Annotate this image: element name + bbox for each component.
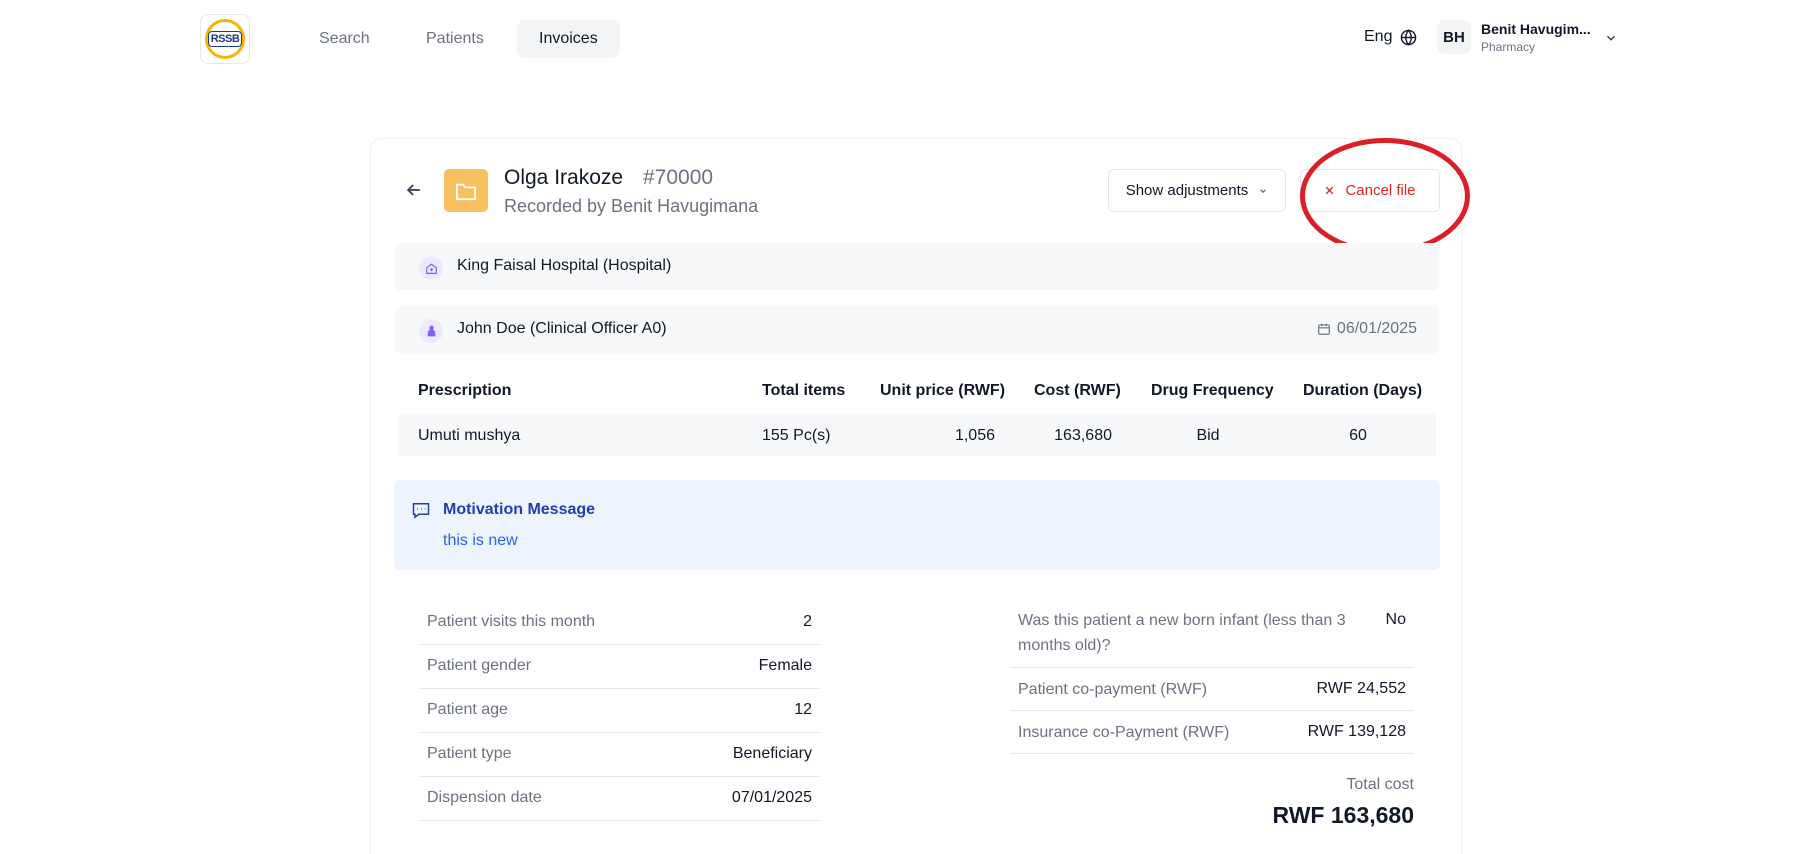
stat-label: Patient type — [427, 745, 512, 762]
prescription-date: 06/01/2025 — [1317, 320, 1417, 338]
newborn-row: Was this patient a new born infant (less… — [1010, 601, 1414, 668]
col-prescription: Prescription — [418, 382, 512, 399]
prescriber-row: John Doe (Clinical Officer A0) 06/01/202… — [395, 306, 1439, 354]
col-cost: Cost (RWF) — [1034, 382, 1121, 399]
stat-value: 2 — [803, 613, 812, 630]
message-icon — [412, 503, 430, 519]
nav-invoices[interactable]: Invoices — [517, 20, 620, 58]
hospital-icon — [419, 256, 443, 280]
user-role: Pharmacy — [1481, 39, 1536, 54]
stat-value: 12 — [794, 701, 812, 718]
top-navigation: RSSB Search Patients Invoices Eng BH Ben… — [0, 0, 1820, 76]
globe-icon — [1401, 28, 1417, 46]
stat-visits: Patient visits this month 2 — [419, 601, 820, 645]
show-adjustments-label: Show adjustments — [1125, 182, 1249, 199]
motivation-message: Motivation Message this is new — [394, 480, 1440, 570]
show-adjustments-button[interactable]: Show adjustments — [1108, 169, 1286, 212]
stat-gender: Patient gender Female — [419, 645, 820, 689]
calendar-icon — [1318, 323, 1330, 335]
motivation-body: this is new — [443, 532, 518, 549]
folder-icon — [444, 169, 488, 212]
date-text: 06/01/2025 — [1336, 320, 1417, 337]
rssb-logo[interactable]: RSSB — [200, 14, 250, 64]
facility-row: King Faisal Hospital (Hospital) — [395, 243, 1439, 291]
prescriber-name: John Doe (Clinical Officer A0) — [457, 320, 667, 337]
copay-label: Patient co-payment (RWF) — [1018, 681, 1208, 698]
avatar: BH — [1437, 20, 1471, 54]
facility-name: King Faisal Hospital (Hospital) — [457, 257, 672, 274]
language-selector[interactable]: Eng — [1364, 28, 1417, 46]
col-duration: Duration (Days) — [1303, 382, 1423, 399]
stat-age: Patient age 12 — [419, 689, 820, 733]
cancel-file-button[interactable]: Cancel file — [1300, 169, 1440, 212]
user-info: Benit Havugim... Pharmacy — [1481, 21, 1591, 54]
copay-row: Patient co-payment (RWF) RWF 24,552 — [1010, 668, 1414, 711]
total-cost-value: RWF 163,680 — [1272, 802, 1414, 828]
stat-type: Patient type Beneficiary — [419, 733, 820, 777]
insurance-value: RWF 139,128 — [1307, 723, 1406, 740]
file-id: #70000 — [643, 166, 714, 189]
total-cost-label: Total cost — [1346, 776, 1414, 793]
cancel-file-label: Cancel file — [1345, 182, 1416, 199]
stat-label: Patient age — [427, 701, 508, 718]
logo-text: RSSB — [207, 31, 243, 47]
motivation-title: Motivation Message — [443, 501, 596, 518]
chevron-down-icon[interactable] — [1604, 31, 1618, 45]
recorded-by: Recorded by Benit Havugimana — [504, 196, 759, 216]
col-unit-price: Unit price (RWF) — [880, 382, 1006, 399]
back-arrow-icon[interactable] — [404, 180, 424, 200]
cell-prescription: Umuti mushya — [418, 427, 521, 444]
logo-emblem: RSSB — [205, 19, 245, 59]
stat-value: Beneficiary — [732, 745, 812, 762]
col-drug-frequency: Drug Frequency — [1151, 382, 1274, 399]
insurance-row: Insurance co-Payment (RWF) RWF 139,128 — [1010, 711, 1414, 754]
stat-value: Female — [758, 657, 812, 674]
copay-value: RWF 24,552 — [1316, 680, 1406, 697]
stat-label: Patient gender — [427, 657, 532, 674]
close-icon — [1326, 186, 1334, 195]
stat-label: Patient visits this month — [427, 613, 596, 630]
stat-value: 07/01/2025 — [731, 789, 812, 806]
cell-total-items: 155 Pc(s) — [762, 427, 831, 444]
patient-name: Olga Irakoze — [504, 166, 624, 189]
chevron-down-icon — [1260, 188, 1267, 193]
col-total-items: Total items — [762, 382, 846, 399]
user-menu[interactable]: BH Benit Havugim... Pharmacy — [1437, 20, 1591, 54]
cell-cost: 163,680 — [1054, 427, 1112, 444]
cell-unit-price: 1,056 — [954, 427, 995, 444]
insurance-label: Insurance co-Payment (RWF) — [1018, 724, 1230, 741]
language-label: Eng — [1364, 28, 1393, 45]
cell-drug-frequency: Bid — [1196, 427, 1220, 444]
newborn-label: Was this patient a new born infant (less… — [1018, 612, 1346, 654]
user-name: Benit Havugim... — [1481, 20, 1591, 37]
doctor-icon — [419, 319, 443, 343]
nav-patients[interactable]: Patients — [404, 20, 506, 58]
stat-label: Dispension date — [427, 789, 542, 806]
stat-dispension-date: Dispension date 07/01/2025 — [419, 777, 820, 821]
nav-search[interactable]: Search — [297, 20, 392, 58]
cell-duration: 60 — [1349, 427, 1367, 444]
newborn-value: No — [1385, 611, 1406, 628]
